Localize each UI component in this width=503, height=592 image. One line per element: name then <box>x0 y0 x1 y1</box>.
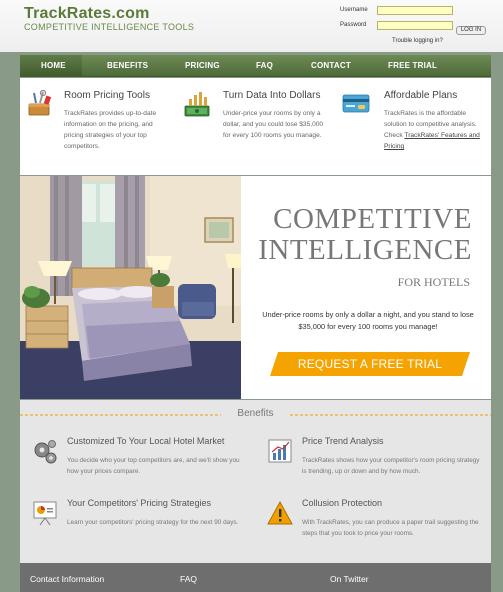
footer-contact-information[interactable]: Contact Information <box>30 574 104 584</box>
trouble-logging-in-link[interactable]: Trouble logging in? <box>392 38 443 44</box>
gears-icon <box>34 440 57 464</box>
feature-strip: Room Pricing Tools TrackRates provides u… <box>20 78 491 175</box>
benefit-text: TrackRates shows how your competitor's r… <box>302 457 480 475</box>
login-button[interactable]: LOG IN <box>456 26 486 35</box>
username-input[interactable] <box>377 6 453 15</box>
cta-label: REQUEST A FREE TRIAL <box>297 357 443 371</box>
benefits-section: Benefits Customized To Your Local Hotel … <box>20 400 491 563</box>
hero-pitch: Under-price rooms by only a dollar a nig… <box>262 310 474 331</box>
password-label: Password <box>340 22 367 28</box>
feature-title: Room Pricing Tools <box>64 90 150 101</box>
site-logo[interactable]: TrackRates.com <box>24 5 150 23</box>
login-form: Username Password LOG IN Trouble logging… <box>340 6 490 48</box>
request-free-trial-button[interactable]: REQUEST A FREE TRIAL <box>270 352 470 376</box>
hotel-room-photo <box>20 176 241 399</box>
username-label: Username <box>340 7 368 13</box>
site-footer: Contact Information FAQ On Twitter <box>20 563 491 592</box>
footer-twitter[interactable]: On Twitter <box>330 574 369 584</box>
tools-icon <box>28 90 52 116</box>
password-input[interactable] <box>377 21 453 30</box>
credit-card-icon <box>342 94 370 113</box>
nav-benefits[interactable]: BENEFITS <box>107 61 148 70</box>
feature-title: Turn Data Into Dollars <box>223 90 321 101</box>
trend-chart-icon <box>268 439 292 463</box>
nav-home[interactable]: HOME <box>41 61 66 70</box>
benefit-text: Learn your competitors' pricing strategy… <box>67 519 239 526</box>
main-nav: HOME BENEFITS PRICING FAQ CONTACT FREE T… <box>20 55 491 77</box>
site-header: TrackRates.com COMPETITIVE INTELLIGENCE … <box>0 0 503 52</box>
nav-pricing[interactable]: PRICING <box>185 61 220 70</box>
feature-text: TrackRates provides up-to-date informati… <box>64 110 157 150</box>
benefit-title: Price Trend Analysis <box>302 436 384 446</box>
benefit-title: Your Competitors' Pricing Strategies <box>67 498 211 508</box>
nav-faq[interactable]: FAQ <box>256 61 273 70</box>
nav-free-trial[interactable]: FREE TRIAL <box>388 61 437 70</box>
benefits-title: Benefits <box>237 408 274 419</box>
feature-text: TrackRates is the affordable solution to… <box>384 110 480 150</box>
feature-text: Under-price your rooms by only a dollar,… <box>223 110 324 139</box>
hero-subheadline: FOR HOTELS <box>397 275 470 289</box>
benefit-text: You decide who your top competitors are,… <box>67 457 240 475</box>
feature-title: Affordable Plans <box>384 90 458 101</box>
hero-headline: COMPETITIVE INTELLIGENCE <box>258 203 472 266</box>
site-tagline: COMPETITIVE INTELLIGENCE TOOLS <box>24 22 195 32</box>
hero-banner: COMPETITIVE INTELLIGENCE FOR HOTELS Unde… <box>20 176 491 399</box>
benefit-title: Customized To Your Local Hotel Market <box>67 436 225 446</box>
presentation-icon <box>33 501 57 526</box>
footer-faq[interactable]: FAQ <box>180 574 197 584</box>
nav-contact[interactable]: CONTACT <box>311 61 351 70</box>
money-chart-icon <box>184 92 210 117</box>
benefit-text: With TrackRates, you can produce a paper… <box>302 519 479 537</box>
benefit-title: Collusion Protection <box>302 498 383 508</box>
warning-icon <box>267 500 293 525</box>
